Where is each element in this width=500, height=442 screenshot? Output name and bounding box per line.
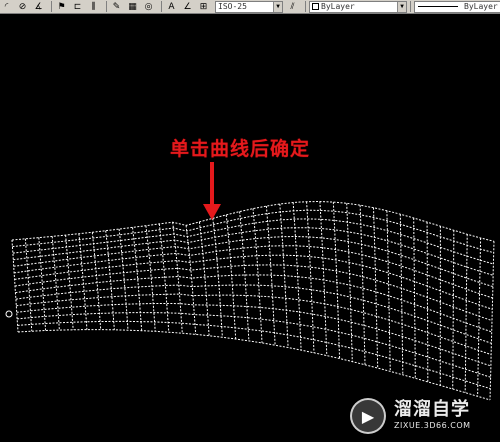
- mesh-row-line: [16, 303, 492, 367]
- toolbar-separator: [51, 1, 52, 12]
- mesh-column-line: [225, 214, 237, 340]
- mesh-surface[interactable]: [0, 14, 500, 442]
- mesh-column-line: [477, 237, 482, 397]
- ruler-icon[interactable]: ⊞: [197, 1, 210, 13]
- mesh-column-line: [413, 217, 416, 379]
- color-value: ByLayer: [321, 2, 355, 11]
- toolbar-separator: [106, 1, 107, 12]
- mesh-column-line: [386, 210, 391, 372]
- arc-icon[interactable]: ◜: [0, 1, 13, 13]
- mesh-row-line: [16, 293, 492, 356]
- mesh-column-line: [78, 233, 88, 330]
- wrench-icon[interactable]: ✎: [110, 1, 123, 13]
- play-logo-icon: ▶: [350, 398, 386, 434]
- flag-icon[interactable]: ⚑: [55, 1, 68, 13]
- dimstyle-value: ISO-25: [218, 2, 247, 11]
- mesh-row-line: [17, 312, 491, 378]
- dimstyle-dropdown[interactable]: ISO-25 ▼: [215, 0, 283, 13]
- mesh-column-line: [145, 225, 156, 332]
- mesh-column-line: [373, 207, 379, 369]
- watermark-brand: 溜溜自学: [394, 399, 470, 420]
- toolbar-separator: [305, 1, 306, 12]
- angle-dim-icon[interactable]: ∠: [181, 1, 194, 13]
- linetype-dropdown[interactable]: ByLayer: [414, 0, 500, 13]
- mesh-row-line: [14, 245, 493, 299]
- grid-icon[interactable]: ▦: [126, 1, 139, 13]
- linetype-preview: [418, 6, 458, 7]
- linetype-value: ByLayer: [464, 2, 498, 11]
- watermark-text: 溜溜自学 ZIXUE.3D66.COM: [394, 400, 471, 432]
- mesh-column-line: [11, 239, 19, 333]
- mesh-column-line: [158, 223, 170, 333]
- mesh-column-line: [172, 222, 183, 334]
- mesh-row-line: [14, 264, 493, 322]
- ucs-marker: [5, 310, 13, 318]
- mesh-row-line: [11, 200, 495, 242]
- layout-icon[interactable]: ⊏: [71, 1, 84, 13]
- text-icon[interactable]: A: [165, 1, 178, 13]
- mesh-column-line: [252, 208, 263, 343]
- mesh-row-line: [17, 329, 491, 401]
- target-icon[interactable]: ◎: [142, 1, 155, 13]
- mesh-column-line: [332, 202, 341, 359]
- mesh-column-line: [239, 211, 250, 341]
- mesh-row-line: [17, 320, 491, 390]
- angle-icon[interactable]: ∡: [32, 1, 45, 13]
- toolbar-separator: [161, 1, 162, 12]
- mesh-column-line: [399, 214, 404, 375]
- mesh-column-line: [426, 222, 429, 382]
- mesh-column-line: [306, 201, 315, 353]
- mesh-column-line: [464, 234, 468, 393]
- color-swatch: [312, 3, 319, 10]
- no-icon[interactable]: ⊘: [16, 1, 29, 13]
- mesh-column-line: [212, 218, 223, 338]
- chevron-down-icon[interactable]: ▼: [273, 1, 282, 12]
- color-dropdown[interactable]: ByLayer ▼: [309, 0, 407, 13]
- mesh-column-line: [105, 230, 115, 330]
- mesh-column-line: [319, 201, 328, 356]
- toolbar-separator: [410, 1, 411, 12]
- mesh-row-line: [14, 254, 493, 310]
- mesh-column-line: [359, 205, 366, 365]
- watermark: ▶ 溜溜自学 ZIXUE.3D66.COM: [350, 392, 500, 440]
- brush-icon[interactable]: ⫽: [286, 1, 299, 13]
- instruction-label: 单击曲线后确定: [169, 138, 310, 160]
- mesh-column-line: [91, 232, 102, 330]
- drawing-canvas[interactable]: 单击曲线后确定 ▶ 溜溜自学 ZIXUE.3D66.COM: [0, 14, 500, 442]
- mesh-lines: [11, 200, 495, 401]
- mesh-row-line: [13, 227, 494, 276]
- mesh-column-line: [65, 235, 74, 330]
- cad-toolbar: ◜ ⊘ ∡ ⚑ ⊏ ⫼ ✎ ▦ ◎ A ∠ ⊞ ISO-25 ▼ ⫽ ByLay…: [0, 0, 500, 14]
- watermark-url: ZIXUE.3D66.COM: [394, 421, 471, 430]
- chart-icon[interactable]: ⫼: [87, 1, 100, 13]
- mesh-column-line: [346, 203, 353, 362]
- chevron-down-icon[interactable]: ▼: [397, 1, 406, 12]
- mesh-row-line: [13, 235, 494, 288]
